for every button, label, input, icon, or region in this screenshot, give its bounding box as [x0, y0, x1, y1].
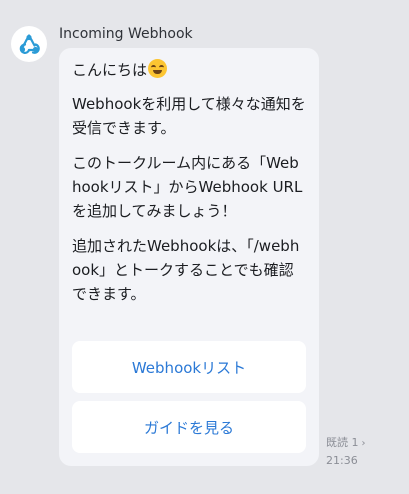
message-bubble: こんにちは Webhookを利用して様々な通知を受信できます。 このトークルーム… — [59, 48, 319, 466]
message-paragraph: Webhookを利用して様々な通知を受信できます。 — [72, 95, 306, 137]
sender-name: Incoming Webhook — [59, 26, 193, 42]
message-meta: 既読 1 › 21:36 — [326, 434, 366, 469]
webhook-list-button[interactable]: Webhookリスト — [72, 341, 306, 393]
avatar[interactable] — [11, 26, 47, 62]
guide-button[interactable]: ガイドを見る — [72, 401, 306, 453]
chevron-right-icon: › — [361, 438, 366, 449]
greeting-text: こんにちは — [72, 61, 148, 79]
message-paragraph: このトークルーム内にある「Webhookリスト」からWebhook URLを追加… — [72, 154, 303, 220]
timestamp: 21:36 — [326, 454, 358, 467]
read-receipt-label: 既読 1 — [326, 436, 359, 449]
grinning-face-emoji — [148, 59, 168, 78]
message-paragraph: 追加されたWebhookは、「/webhook」とトークすることでも確認できます… — [72, 237, 300, 303]
webhook-icon — [19, 34, 40, 54]
greeting-line: こんにちは — [72, 58, 307, 82]
read-receipt[interactable]: 既読 1 › — [326, 434, 366, 452]
